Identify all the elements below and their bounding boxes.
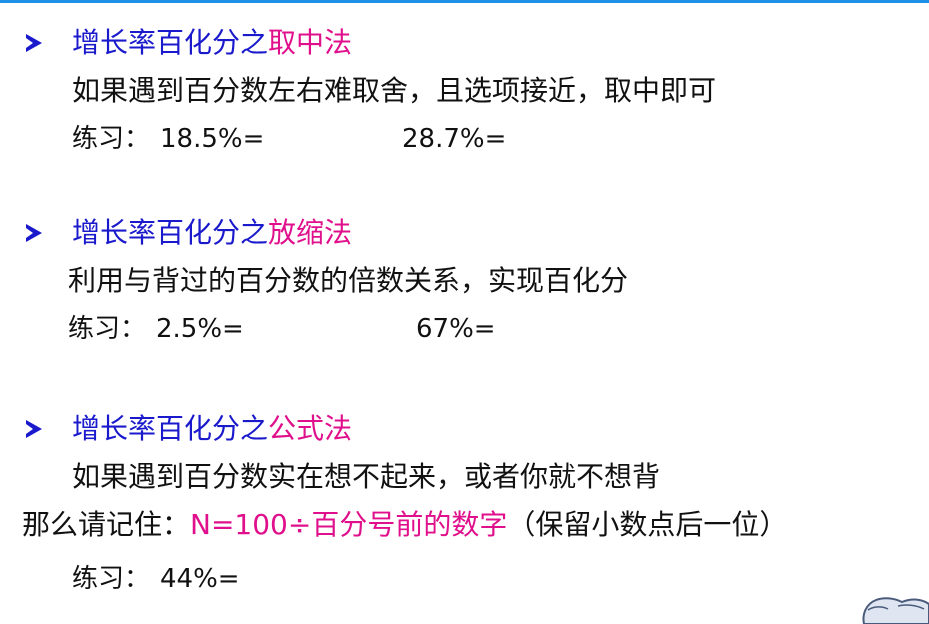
heading-method: 公式法: [268, 412, 353, 445]
section-heading: 增长率百化分之取中法: [72, 26, 352, 60]
formula-prefix: 那么请记住：: [22, 508, 191, 541]
formula-line: 那么请记住：N=100÷百分号前的数字（保留小数点后一位）: [22, 508, 787, 542]
formula: N=100÷百分号前的数字: [190, 508, 508, 541]
practice-item: 28.7%=: [402, 124, 507, 154]
practice-item: 18.5%=: [160, 124, 265, 154]
heading-prefix: 增长率百化分之: [72, 26, 269, 59]
practice-item: 2.5%=: [156, 314, 244, 344]
heading-method: 取中法: [268, 26, 353, 59]
bullet-arrow-icon: [26, 224, 42, 242]
practice-item: 67%=: [416, 314, 496, 344]
section-description: 如果遇到百分数实在想不起来，或者你就不想背: [72, 460, 661, 493]
practice-item: 44%=: [160, 564, 240, 594]
formula-note: （保留小数点后一位）: [507, 508, 788, 541]
practice-label: 练习：: [72, 124, 151, 154]
heading-method: 放缩法: [268, 216, 353, 249]
heading-prefix: 增长率百化分之: [72, 412, 269, 445]
section-heading: 增长率百化分之公式法: [72, 412, 352, 446]
top-rule: [0, 0, 929, 3]
heading-prefix: 增长率百化分之: [72, 216, 269, 249]
practice-label: 练习：: [68, 314, 147, 344]
section-description: 利用与背过的百分数的倍数关系，实现百化分: [68, 264, 629, 297]
bullet-arrow-icon: [26, 420, 42, 438]
bullet-arrow-icon: [26, 34, 42, 52]
section-heading: 增长率百化分之放缩法: [72, 216, 352, 250]
practice-label: 练习：: [72, 564, 151, 594]
mascot-illustration: [862, 597, 929, 624]
section-description: 如果遇到百分数左右难取舍，且选项接近，取中即可: [72, 74, 717, 107]
